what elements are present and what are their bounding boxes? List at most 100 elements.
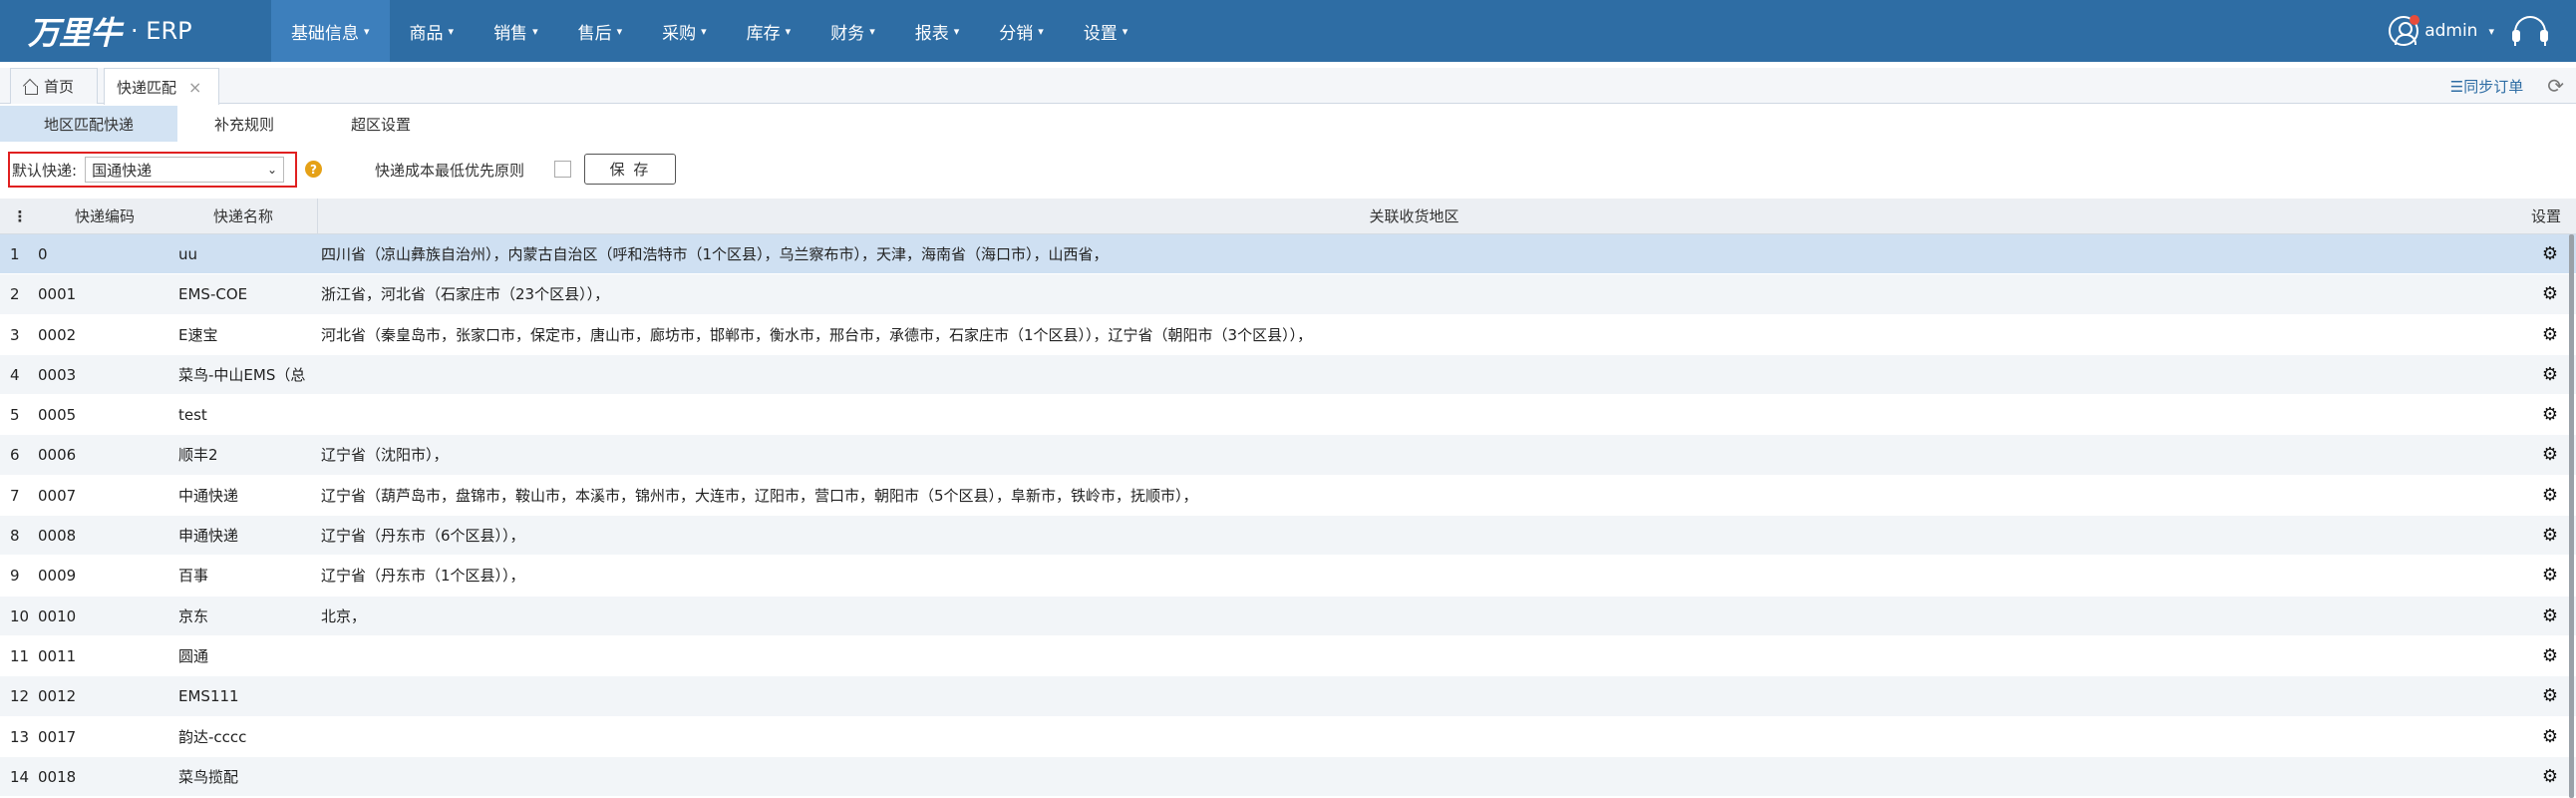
default-express-group: 默认快递: 国通快递 ⌄ (8, 152, 297, 188)
subtab-out-of-zone[interactable]: 超区设置 (311, 106, 451, 142)
table-row[interactable]: 13 0017 韵达-cccc ⚙ (0, 716, 2576, 757)
refresh-icon[interactable]: ⟳ (2547, 74, 2564, 98)
gear-icon[interactable]: ⚙ (2542, 395, 2558, 435)
lowest-cost-checkbox[interactable] (554, 161, 571, 178)
column-menu-icon[interactable]: ⋮ (0, 207, 40, 225)
col-header-region[interactable]: 关联收货地区 (317, 198, 2510, 234)
help-icon[interactable]: ? (305, 161, 322, 178)
table-row[interactable]: 1 0 uu 四川省（凉山彝族自治州），内蒙古自治区（呼和浩特市（1个区县），乌兰察布… (0, 234, 2576, 275)
gear-icon[interactable]: ⚙ (2542, 234, 2558, 274)
top-right-tools: admin ▾ (2389, 0, 2548, 62)
gear-icon[interactable]: ⚙ (2542, 717, 2558, 757)
nav-item-inventory[interactable]: 库存 ▾ (727, 0, 811, 62)
table-row[interactable]: 6 0006 顺丰2 辽宁省（沈阳市）， ⚙ (0, 435, 2576, 476)
table-row[interactable]: 8 0008 申通快递 辽宁省（丹东市（6个区县））， ⚙ (0, 516, 2576, 557)
table-row[interactable]: 3 0002 E速宝 河北省（秦皇岛市，张家口市，保定市，唐山市，廊坊市，邯郸市，衡水… (0, 314, 2576, 355)
express-code: 0018 (38, 767, 77, 786)
nav-label: 库存 (746, 23, 781, 44)
caret-down-icon: ▾ (616, 24, 623, 38)
row-index: 10 (10, 606, 30, 625)
region-list: 浙江省，河北省（石家庄市（23个区县））， (321, 285, 610, 304)
col-header-settings: 设置 (2530, 207, 2561, 225)
lowest-cost-label: 快递成本最低优先原则 (375, 162, 525, 180)
table-row[interactable]: 12 0012 EMS111 ⚙ (0, 676, 2576, 717)
sub-tabs: 地区匹配快递 补充规则 超区设置 (0, 106, 451, 142)
customer-service-icon[interactable] (2512, 16, 2548, 46)
express-code: 0010 (38, 606, 77, 625)
logo-suffix: · ERP (131, 17, 192, 45)
save-button[interactable]: 保 存 (584, 154, 676, 185)
row-index: 7 (10, 486, 20, 505)
tab-label: 首页 (44, 78, 75, 96)
grid-header: ⋮ 快递编码 快递名称 关联收货地区 设置 (0, 198, 2576, 234)
gear-icon[interactable]: ⚙ (2542, 476, 2558, 516)
table-row[interactable]: 7 0007 中通快递 辽宁省（葫芦岛市，盘锦市，鞍山市，本溪市，锦州市，大连市，辽阳… (0, 475, 2576, 517)
vertical-scrollbar[interactable] (2569, 234, 2574, 798)
default-express-select[interactable]: 国通快递 ⌄ (85, 157, 285, 183)
express-code: 0002 (38, 325, 77, 344)
express-code: 0003 (38, 365, 77, 384)
gear-icon[interactable]: ⚙ (2542, 274, 2558, 314)
nav-item-after-sales[interactable]: 售后 ▾ (558, 0, 643, 62)
express-name: 申通快递 (178, 527, 239, 546)
row-index: 6 (10, 446, 20, 465)
row-index: 11 (10, 646, 30, 665)
row-index: 9 (10, 567, 20, 586)
nav-item-basic-info[interactable]: 基础信息 ▾ (271, 0, 390, 62)
nav-item-sales[interactable]: 销售 ▾ (474, 0, 558, 62)
caret-down-icon: ▾ (701, 24, 707, 38)
close-icon[interactable]: × (188, 78, 201, 97)
table-row[interactable]: 5 0005 test ⚙ (0, 395, 2576, 436)
nav-item-settings[interactable]: 设置 ▾ (1064, 0, 1148, 62)
subtab-region-match[interactable]: 地区匹配快递 (0, 106, 177, 142)
app-logo[interactable]: 万里牛 · ERP (28, 11, 192, 52)
express-name: EMS-COE (178, 285, 248, 304)
gear-icon[interactable]: ⚙ (2542, 355, 2558, 395)
table-row[interactable]: 9 0009 百事 辽宁省（丹东市（1个区县））， ⚙ (0, 556, 2576, 597)
gear-icon[interactable]: ⚙ (2542, 556, 2558, 596)
top-nav-bar: 万里牛 · ERP 基础信息 ▾ 商品 ▾ 销售 ▾ 售后 ▾ 采购 ▾ 库存 ▾ 财务 ▾ … (0, 0, 2576, 62)
col-header-name[interactable]: 快递名称 (169, 205, 317, 226)
tab-express-match[interactable]: 快递匹配 × (104, 68, 219, 105)
express-code: 0011 (38, 646, 77, 665)
notification-dot (2410, 15, 2420, 25)
express-name: 京东 (178, 606, 209, 625)
nav-item-distribution[interactable]: 分销 ▾ (979, 0, 1064, 62)
region-list: 辽宁省（丹东市（1个区县））， (321, 567, 525, 586)
tab-tools: ☰同步订单 ⟳ (2450, 68, 2564, 104)
gear-icon[interactable]: ⚙ (2542, 676, 2558, 716)
gear-icon[interactable]: ⚙ (2542, 516, 2558, 556)
row-index: 4 (10, 365, 20, 384)
nav-item-goods[interactable]: 商品 ▾ (390, 0, 475, 62)
col-header-code[interactable]: 快递编码 (40, 205, 169, 226)
user-avatar-icon (2389, 15, 2420, 46)
logo-mark: 万里牛 (28, 14, 122, 52)
gear-icon[interactable]: ⚙ (2542, 636, 2558, 676)
gear-icon[interactable]: ⚙ (2542, 435, 2558, 475)
row-index: 3 (10, 325, 20, 344)
caret-down-icon: ▾ (532, 24, 538, 38)
table-row[interactable]: 10 0010 京东 北京， ⚙ (0, 596, 2576, 636)
table-row[interactable]: 14 0018 菜鸟揽配 ⚙ (0, 756, 2576, 798)
gear-icon[interactable]: ⚙ (2542, 597, 2558, 636)
sync-orders-link[interactable]: ☰同步订单 (2450, 76, 2523, 97)
nav-item-reports[interactable]: 报表 ▾ (895, 0, 980, 62)
username: admin (2424, 21, 2478, 41)
nav-item-finance[interactable]: 财务 ▾ (810, 0, 895, 62)
subtab-supplement-rules[interactable]: 补充规则 (177, 106, 311, 142)
gear-icon[interactable]: ⚙ (2542, 757, 2558, 797)
nav-label: 销售 (493, 23, 528, 44)
caret-down-icon: ▾ (1122, 24, 1128, 38)
tab-label: 快递匹配 (117, 78, 177, 97)
express-code: 0 (38, 245, 48, 263)
tab-home[interactable]: 首页 (10, 68, 98, 104)
express-code: 0008 (38, 527, 77, 546)
row-index: 13 (10, 727, 30, 746)
table-row[interactable]: 4 0003 菜鸟-中山EMS（总 ⚙ (0, 354, 2576, 396)
express-name: 中通快递 (178, 486, 239, 505)
table-row[interactable]: 11 0011 圆通 ⚙ (0, 635, 2576, 677)
gear-icon[interactable]: ⚙ (2542, 315, 2558, 355)
table-row[interactable]: 2 0001 EMS-COE 浙江省，河北省（石家庄市（23个区县））， ⚙ (0, 274, 2576, 315)
user-menu[interactable]: admin ▾ (2389, 15, 2494, 46)
nav-item-purchase[interactable]: 采购 ▾ (642, 0, 727, 62)
